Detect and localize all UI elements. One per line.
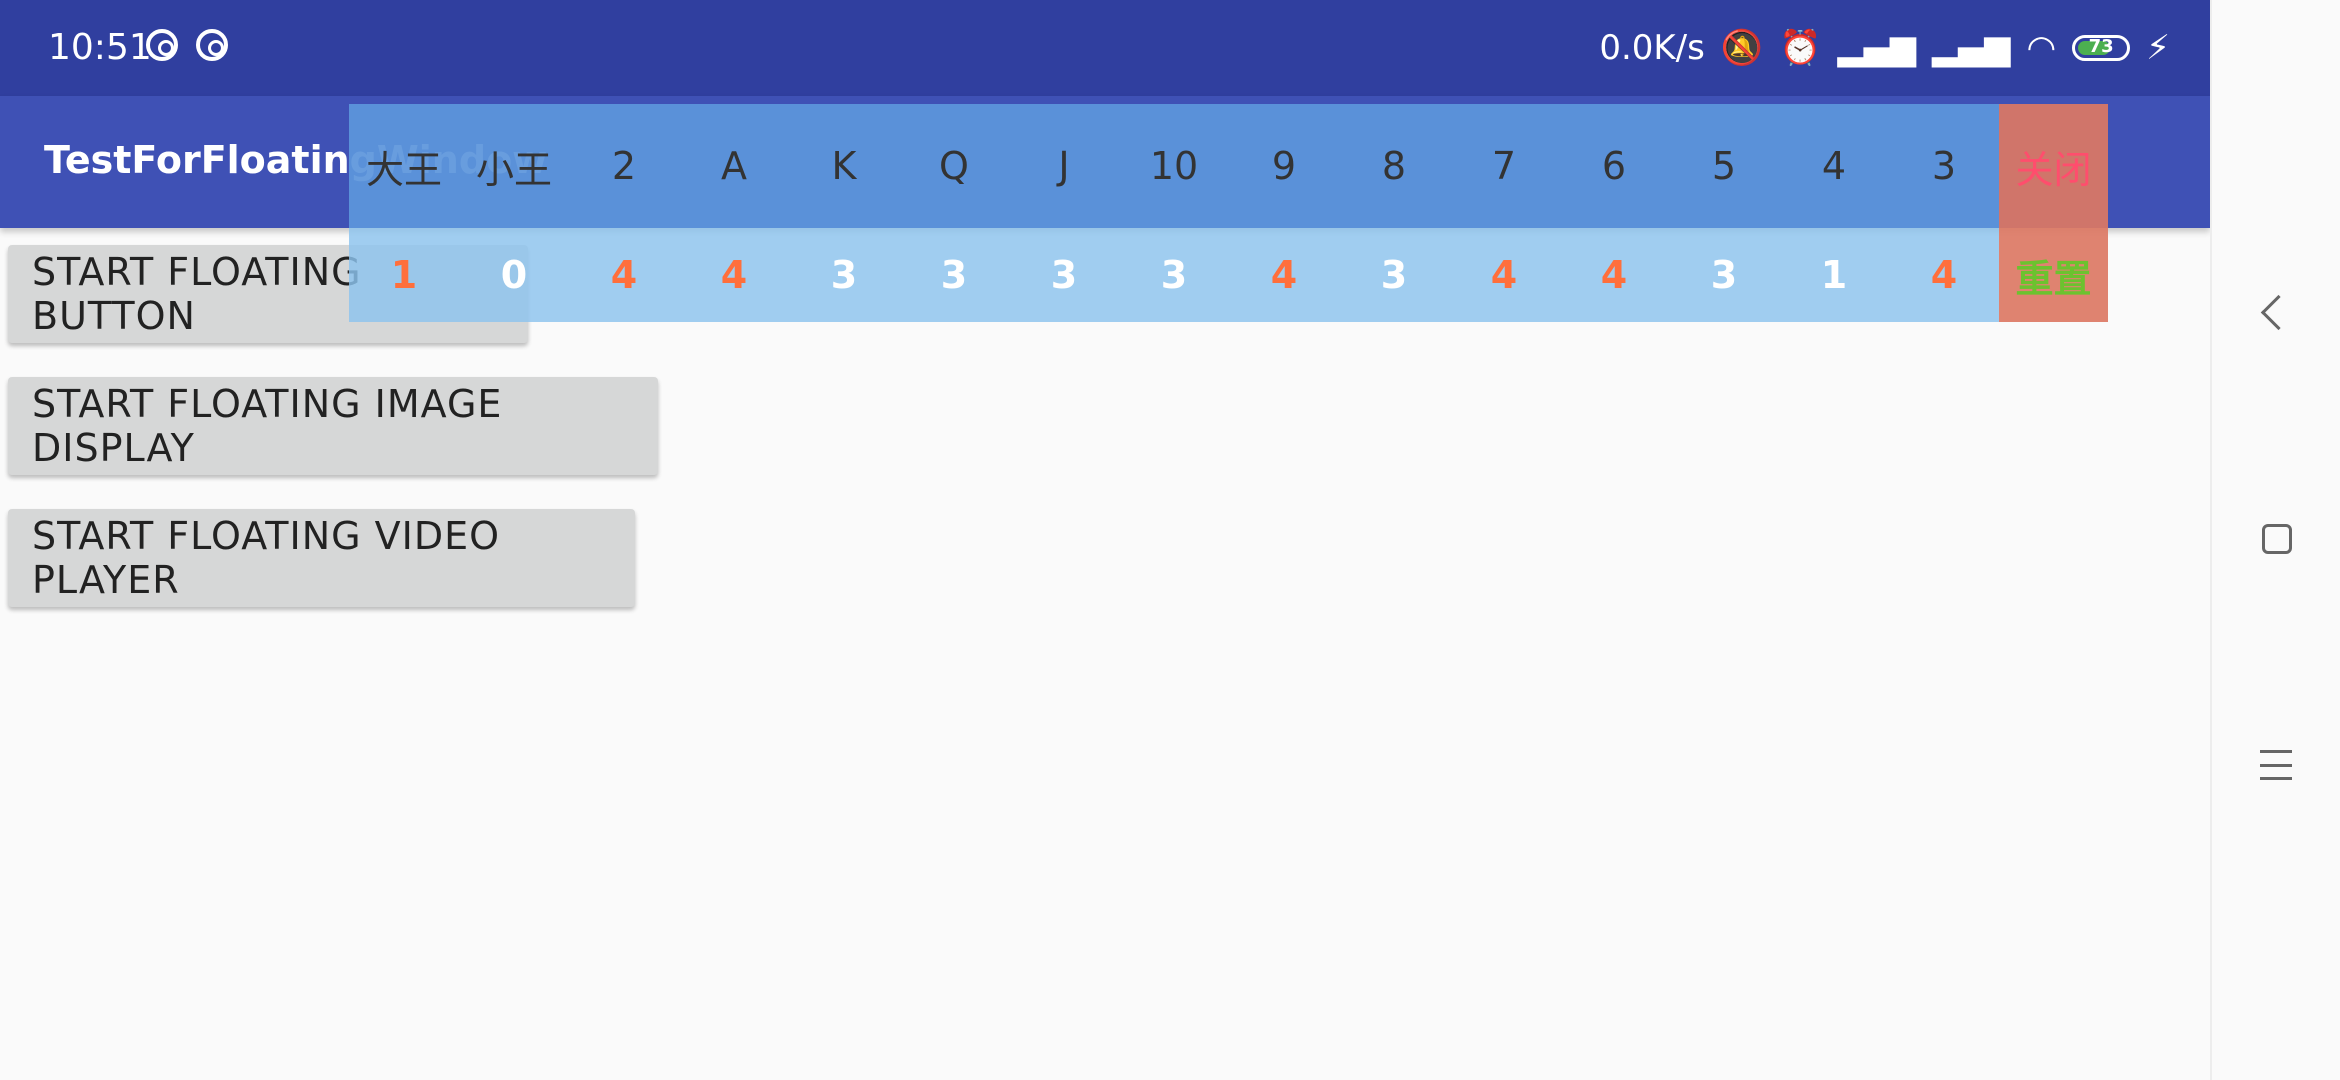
card-counter-grid: 大王 小王 2 A K Q J 10 9 8 7 6 5 4 3 关闭 1 0 4 4 3 3 3 3 4 3 4 4 3 1 4 重置 [349,104,2109,322]
card-count[interactable]: 4 [569,228,679,322]
status-time: 10:51 [48,27,152,68]
alarm-icon: ⏰ [1779,28,1822,68]
card-label: 10 [1119,104,1229,228]
card-label: 4 [1779,104,1889,228]
card-label: J [1009,104,1119,228]
recents-icon[interactable] [2260,750,2292,780]
battery-level: 73 [2088,36,2114,57]
card-label: 小王 [459,104,569,228]
wifi-icon: ◠ [2026,28,2057,68]
card-count[interactable]: 4 [1449,228,1559,322]
card-label: 大王 [349,104,459,228]
card-label: 8 [1339,104,1449,228]
home-icon[interactable] [2262,524,2292,554]
back-icon[interactable] [2260,294,2297,331]
floating-card-counter-window[interactable]: 大王 小王 2 A K Q J 10 9 8 7 6 5 4 3 关闭 1 0 4 4 3 3 3 3 4 3 4 4 3 1 4 重置 [349,104,2109,322]
battery-icon: 73 [2072,35,2131,61]
card-count[interactable]: 4 [679,228,789,322]
close-button[interactable]: 关闭 [1999,104,2108,228]
card-count[interactable]: 3 [899,228,1009,322]
card-count[interactable]: 3 [1119,228,1229,322]
app-notification-icon [196,29,228,61]
card-count[interactable]: 3 [789,228,899,322]
card-count[interactable]: 4 [1889,228,1999,322]
card-label: A [679,104,789,228]
card-label: 7 [1449,104,1559,228]
start-floating-image-display-button[interactable]: START FLOATING IMAGE DISPLAY [8,377,658,475]
charging-icon: ⚡ [2146,28,2170,68]
net-speed: 0.0K/s [1599,28,1705,68]
card-count[interactable]: 4 [1559,228,1669,322]
card-count[interactable]: 0 [459,228,569,322]
card-label: 3 [1889,104,1999,228]
card-count[interactable]: 4 [1229,228,1339,322]
card-count[interactable]: 1 [349,228,459,322]
status-bar: 10:51 0.0K/s 🔕 ⏰ ▂▄▆ ▂▄▆ ◠ 73 ⚡ [0,0,2210,96]
card-label: 6 [1559,104,1669,228]
reset-button[interactable]: 重置 [1999,228,2108,322]
app-notification-icon [146,29,178,61]
hd-signal-icon: ▂▄▆ [1932,28,2011,68]
signal-icon: ▂▄▆ [1837,28,1916,68]
status-icons: 0.0K/s 🔕 ⏰ ▂▄▆ ▂▄▆ ◠ 73 ⚡ [1599,20,2170,76]
card-label: 2 [569,104,679,228]
mute-icon: 🔕 [1720,28,1764,68]
card-label: 9 [1229,104,1339,228]
card-count[interactable]: 3 [1009,228,1119,322]
card-label: K [789,104,899,228]
navigation-bar [2210,0,2340,1080]
start-floating-video-player-button[interactable]: START FLOATING VIDEO PLAYER [8,509,635,607]
card-label: Q [899,104,1009,228]
card-count[interactable]: 1 [1779,228,1889,322]
card-count[interactable]: 3 [1669,228,1779,322]
card-count[interactable]: 3 [1339,228,1449,322]
card-label: 5 [1669,104,1779,228]
